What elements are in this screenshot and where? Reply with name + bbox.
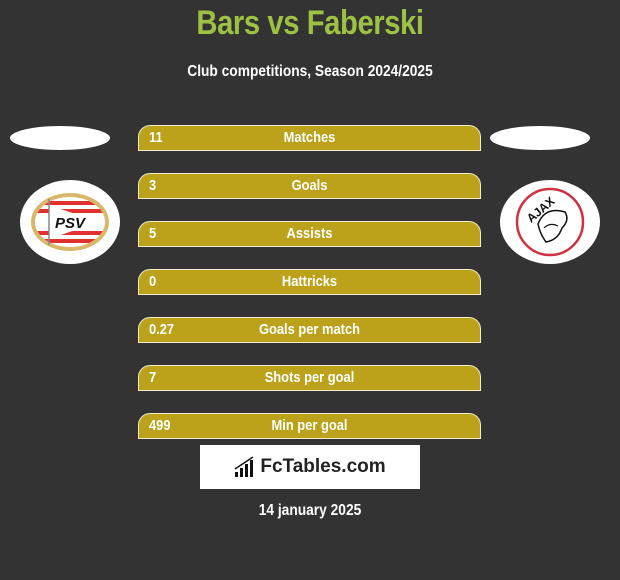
- stat-label: Goals: [291, 177, 328, 194]
- stat-row-matches: 11 Matches: [138, 125, 481, 151]
- stat-label: Assists: [286, 225, 333, 242]
- ajax-logo[interactable]: AJAX: [500, 180, 600, 264]
- date-label: 14 january 2025: [258, 502, 362, 519]
- svg-text:AJAX: AJAX: [524, 194, 558, 225]
- bar-chart-icon: [234, 456, 254, 477]
- stat-row-min-per-goal: 499 Min per goal: [138, 413, 481, 439]
- page-title: Bars vs Faberski: [196, 4, 424, 42]
- fctables-brand-link[interactable]: FcTables.com: [200, 445, 420, 489]
- stat-value: 5: [149, 225, 157, 242]
- stats-list: 11 Matches 3 Goals 5 Assists 0 Hattricks…: [138, 125, 481, 461]
- stat-value: 11: [149, 129, 163, 146]
- ajax-crest-icon: AJAX: [515, 187, 585, 257]
- left-team-name-placeholder: [10, 126, 110, 150]
- stat-value: 0: [149, 273, 157, 290]
- stat-row-goals: 3 Goals: [138, 173, 481, 199]
- svg-text:PSV: PSV: [55, 215, 87, 232]
- stat-row-assists: 5 Assists: [138, 221, 481, 247]
- stat-value: 7: [149, 369, 157, 386]
- right-team-name-placeholder: [490, 126, 590, 150]
- stat-label: Matches: [283, 129, 336, 146]
- stat-label: Min per goal: [271, 417, 348, 434]
- stat-label: Shots per goal: [264, 369, 355, 386]
- stat-row-shots-per-goal: 7 Shots per goal: [138, 365, 481, 391]
- stat-value: 3: [149, 177, 157, 194]
- competition-subtitle: Club competitions, Season 2024/2025: [187, 63, 433, 80]
- stat-row-hattricks: 0 Hattricks: [138, 269, 481, 295]
- psv-logo[interactable]: PSV: [20, 180, 120, 264]
- brand-text: FcTables.com: [260, 456, 386, 477]
- stat-label: Hattricks: [281, 273, 338, 290]
- stat-label: Goals per match: [258, 321, 361, 338]
- psv-crest-icon: PSV: [31, 193, 109, 251]
- stat-row-goals-per-match: 0.27 Goals per match: [138, 317, 481, 343]
